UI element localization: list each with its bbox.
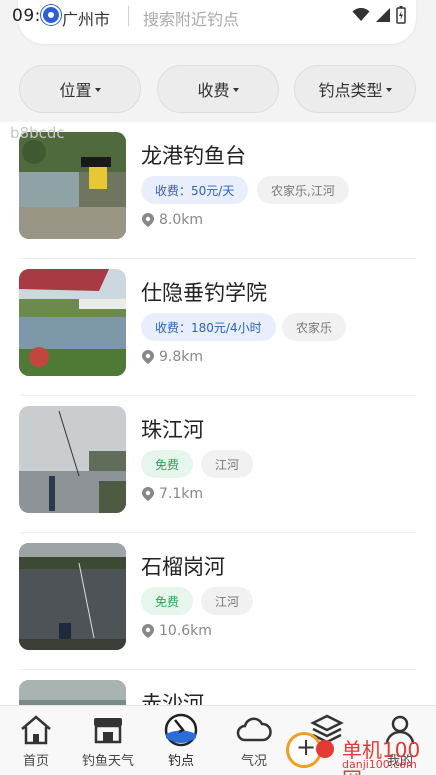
spot-name: 仕隐垂钓学院 — [141, 281, 267, 305]
top-search-bar: 09:59 广州市 搜索附近钓点 — [0, 0, 436, 52]
spot-name: 石榴岗河 — [141, 555, 225, 579]
battery-icon — [396, 6, 406, 24]
free-tag: 免费 — [141, 450, 194, 478]
map-pin-icon — [142, 350, 154, 364]
type-tag: 江河 — [201, 450, 254, 478]
map-pin-icon — [142, 487, 154, 501]
filter-label: 钓点类型 — [318, 81, 383, 100]
distance: 7.1km — [142, 486, 203, 502]
nav-label: 钓点 — [167, 754, 194, 769]
distance-value: 8.0km — [159, 212, 204, 228]
list-item[interactable]: 珠江河 免费 江河 7.1km — [0, 396, 436, 533]
map-pin-icon — [142, 213, 154, 227]
spot-name: 龙港钓鱼台 — [141, 144, 246, 168]
watermark-dot — [316, 740, 334, 758]
filter-location-button[interactable]: 位置 — [19, 65, 141, 113]
nav-weather-conditions[interactable]: 气况 — [218, 706, 290, 775]
spot-photo — [19, 543, 126, 650]
free-tag: 免费 — [141, 587, 194, 615]
type-tag: 江河 — [201, 587, 254, 615]
nav-label: 钓鱼天气 — [81, 754, 134, 769]
filter-spot-type-button[interactable]: 钓点类型 — [294, 65, 416, 113]
fee-tag: 收费：50元/天 — [141, 176, 249, 204]
nav-label: 首页 — [22, 754, 49, 769]
caret-down-icon — [385, 88, 392, 92]
city-selector[interactable]: 广州市 — [62, 6, 110, 30]
type-tag: 农家乐,江河 — [257, 176, 349, 204]
search-divider — [128, 6, 129, 26]
distance: 8.0km — [142, 212, 203, 228]
filter-label: 收费 — [197, 81, 230, 100]
fishing-spot-icon — [164, 713, 198, 747]
search-input[interactable]: 搜索附近钓点 — [143, 6, 239, 30]
map-pin-icon — [142, 624, 154, 638]
status-icons — [352, 6, 406, 24]
watermark-text: b8bcdc — [10, 124, 65, 142]
home-icon — [21, 715, 51, 745]
distance: 10.6km — [142, 623, 212, 639]
distance-value: 10.6km — [159, 623, 212, 639]
filter-bar: 位置 收费 钓点类型 — [0, 52, 436, 122]
caret-down-icon — [94, 88, 101, 92]
spot-photo — [19, 132, 126, 239]
distance-value: 9.8km — [159, 349, 204, 365]
nav-fishing-spots[interactable]: 钓点 — [145, 706, 217, 775]
fee-tag: 收费：180元/4小时 — [141, 313, 276, 341]
spot-photo — [19, 406, 126, 513]
nav-label: 气况 — [240, 754, 267, 769]
spot-name: 珠江河 — [141, 418, 204, 442]
list-item[interactable]: 仕隐垂钓学院 收费：180元/4小时 农家乐 9.8km — [0, 259, 436, 396]
spot-photo — [19, 269, 126, 376]
distance: 9.8km — [142, 349, 203, 365]
distance-value: 7.1km — [159, 486, 204, 502]
filter-fee-button[interactable]: 收费 — [157, 65, 279, 113]
cloud-icon — [236, 717, 272, 742]
wifi-icon — [352, 8, 370, 21]
list-item[interactable]: 龙港钓鱼台 收费：50元/天 农家乐,江河 8.0km — [0, 122, 436, 259]
location-pin-icon[interactable] — [41, 5, 61, 25]
caret-down-icon — [232, 88, 239, 92]
list-item[interactable]: 石榴岗河 免费 江河 10.6km — [0, 533, 436, 670]
filter-label: 位置 — [59, 81, 92, 100]
weather-store-icon — [94, 718, 122, 744]
nav-fishing-weather[interactable]: 钓鱼天气 — [72, 706, 144, 775]
type-tag: 农家乐 — [282, 313, 347, 341]
watermark-url: danji100.com — [342, 758, 417, 771]
site-watermark: 单机100网 danji100.com — [286, 728, 432, 775]
nav-home[interactable]: 首页 — [0, 706, 72, 775]
signal-icon — [376, 8, 390, 22]
